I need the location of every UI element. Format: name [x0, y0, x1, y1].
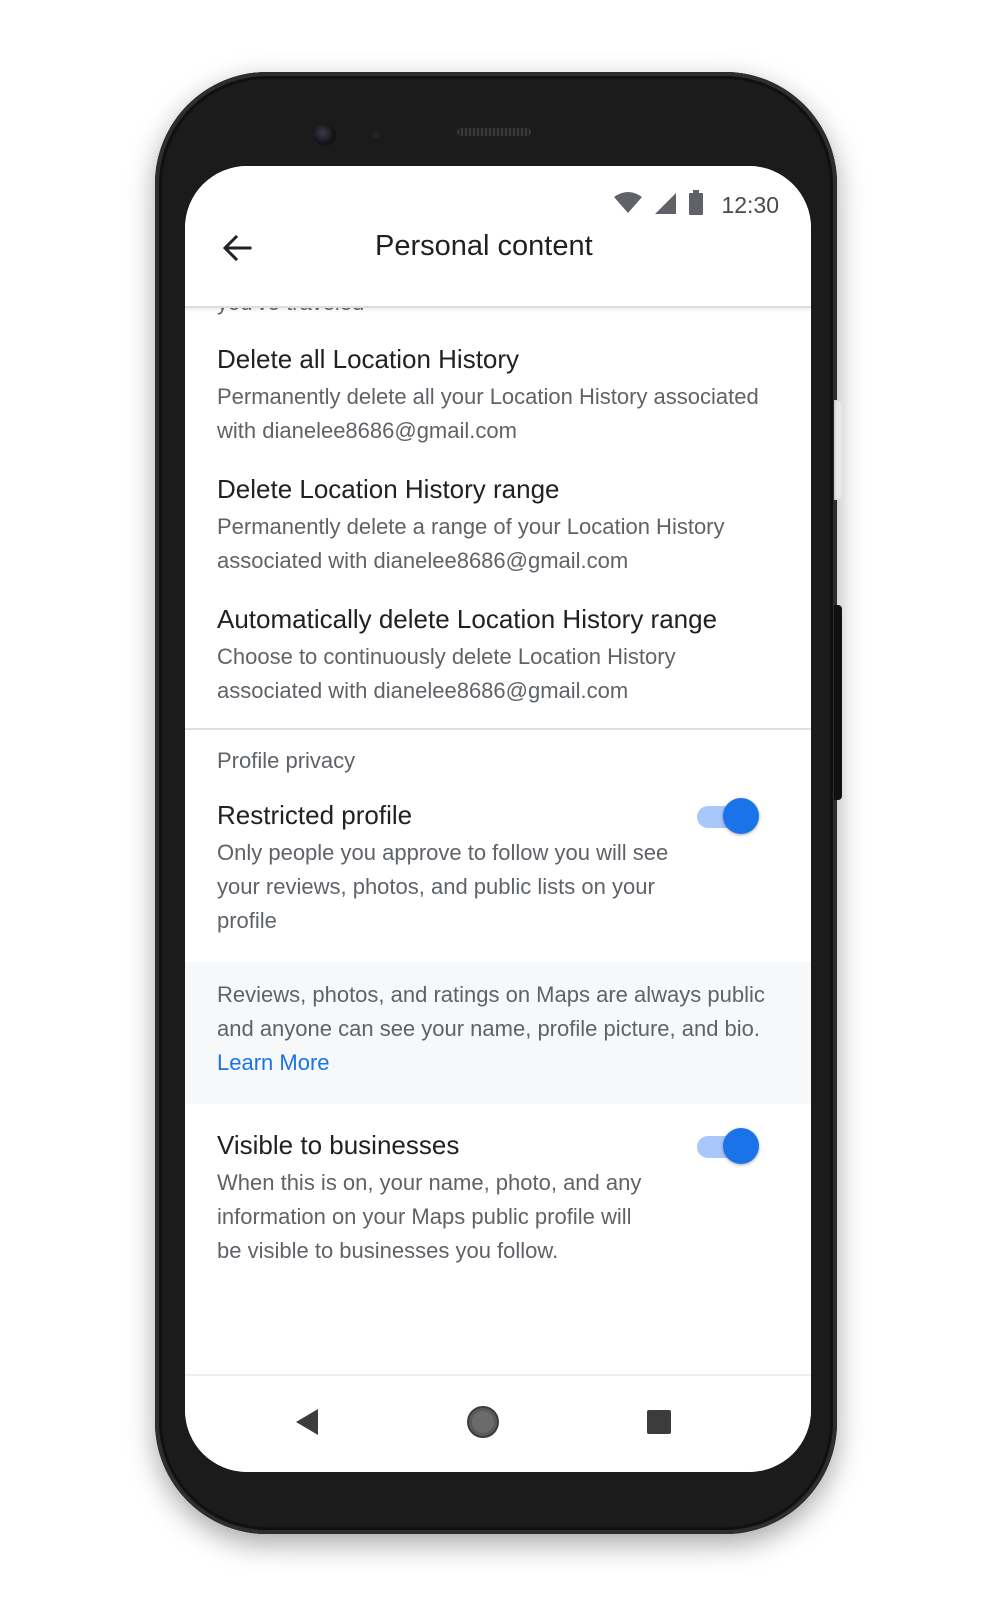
- delete-location-history-range-item[interactable]: Delete Location History range Permanentl…: [217, 472, 777, 578]
- item-title: Visible to businesses: [217, 1130, 460, 1160]
- toggle-thumb: [723, 1128, 759, 1164]
- battery-icon: [687, 189, 705, 221]
- visible-to-businesses-item: Visible to businesses When this is on, y…: [217, 1128, 647, 1268]
- toggle-thumb: [723, 798, 759, 834]
- nav-back-button[interactable]: [287, 1404, 327, 1444]
- status-time: 12:30: [721, 191, 779, 218]
- page-title: Personal content: [375, 230, 593, 262]
- public-info-note: Reviews, photos, and ratings on Maps are…: [185, 962, 811, 1104]
- status-bar: 12:30: [613, 188, 779, 222]
- back-button[interactable]: [215, 228, 259, 272]
- home-circle-icon: [466, 1405, 500, 1444]
- proximity-sensor: [372, 131, 380, 139]
- phone-screen: 12:30 Personal content you've traveled D…: [185, 166, 811, 1472]
- front-camera: [314, 124, 336, 146]
- earpiece-speaker: [457, 128, 531, 136]
- info-note-body: Reviews, photos, and ratings on Maps are…: [217, 982, 765, 1041]
- auto-delete-location-history-item[interactable]: Automatically delete Location History ra…: [217, 602, 777, 708]
- item-description: Permanently delete a range of your Locat…: [217, 514, 725, 573]
- nav-recents-button[interactable]: [639, 1404, 679, 1444]
- item-description: Choose to continuously delete Location H…: [217, 644, 676, 703]
- section-divider: [185, 728, 811, 730]
- app-bar: 12:30 Personal content: [185, 166, 811, 308]
- item-description: When this is on, your name, photo, and a…: [217, 1170, 642, 1263]
- system-nav-bar: [185, 1374, 811, 1472]
- item-title: Delete Location History range: [217, 474, 560, 504]
- back-triangle-icon: [294, 1407, 320, 1442]
- restricted-profile-item: Restricted profile Only people you appro…: [217, 798, 677, 938]
- nav-home-button[interactable]: [463, 1404, 503, 1444]
- info-note-text: Reviews, photos, and ratings on Maps are…: [217, 978, 777, 1080]
- item-title: Delete all Location History: [217, 344, 520, 374]
- delete-all-location-history-item[interactable]: Delete all Location History Permanently …: [217, 342, 777, 448]
- cellular-signal-icon: [653, 191, 677, 220]
- visible-to-businesses-toggle[interactable]: [693, 1128, 759, 1164]
- power-button: [834, 400, 842, 500]
- item-description: Only people you approve to follow you wi…: [217, 840, 669, 933]
- recents-square-icon: [646, 1409, 672, 1440]
- item-title: Restricted profile: [217, 800, 413, 830]
- item-title: Automatically delete Location History ra…: [217, 604, 718, 634]
- arrow-back-icon: [222, 234, 252, 267]
- learn-more-link[interactable]: Learn More: [217, 1050, 330, 1075]
- restricted-profile-toggle[interactable]: [693, 798, 759, 834]
- volume-button: [834, 605, 842, 800]
- wifi-icon: [613, 191, 643, 220]
- item-description: Permanently delete all your Location His…: [217, 384, 759, 443]
- profile-privacy-header: Profile privacy: [217, 748, 356, 773]
